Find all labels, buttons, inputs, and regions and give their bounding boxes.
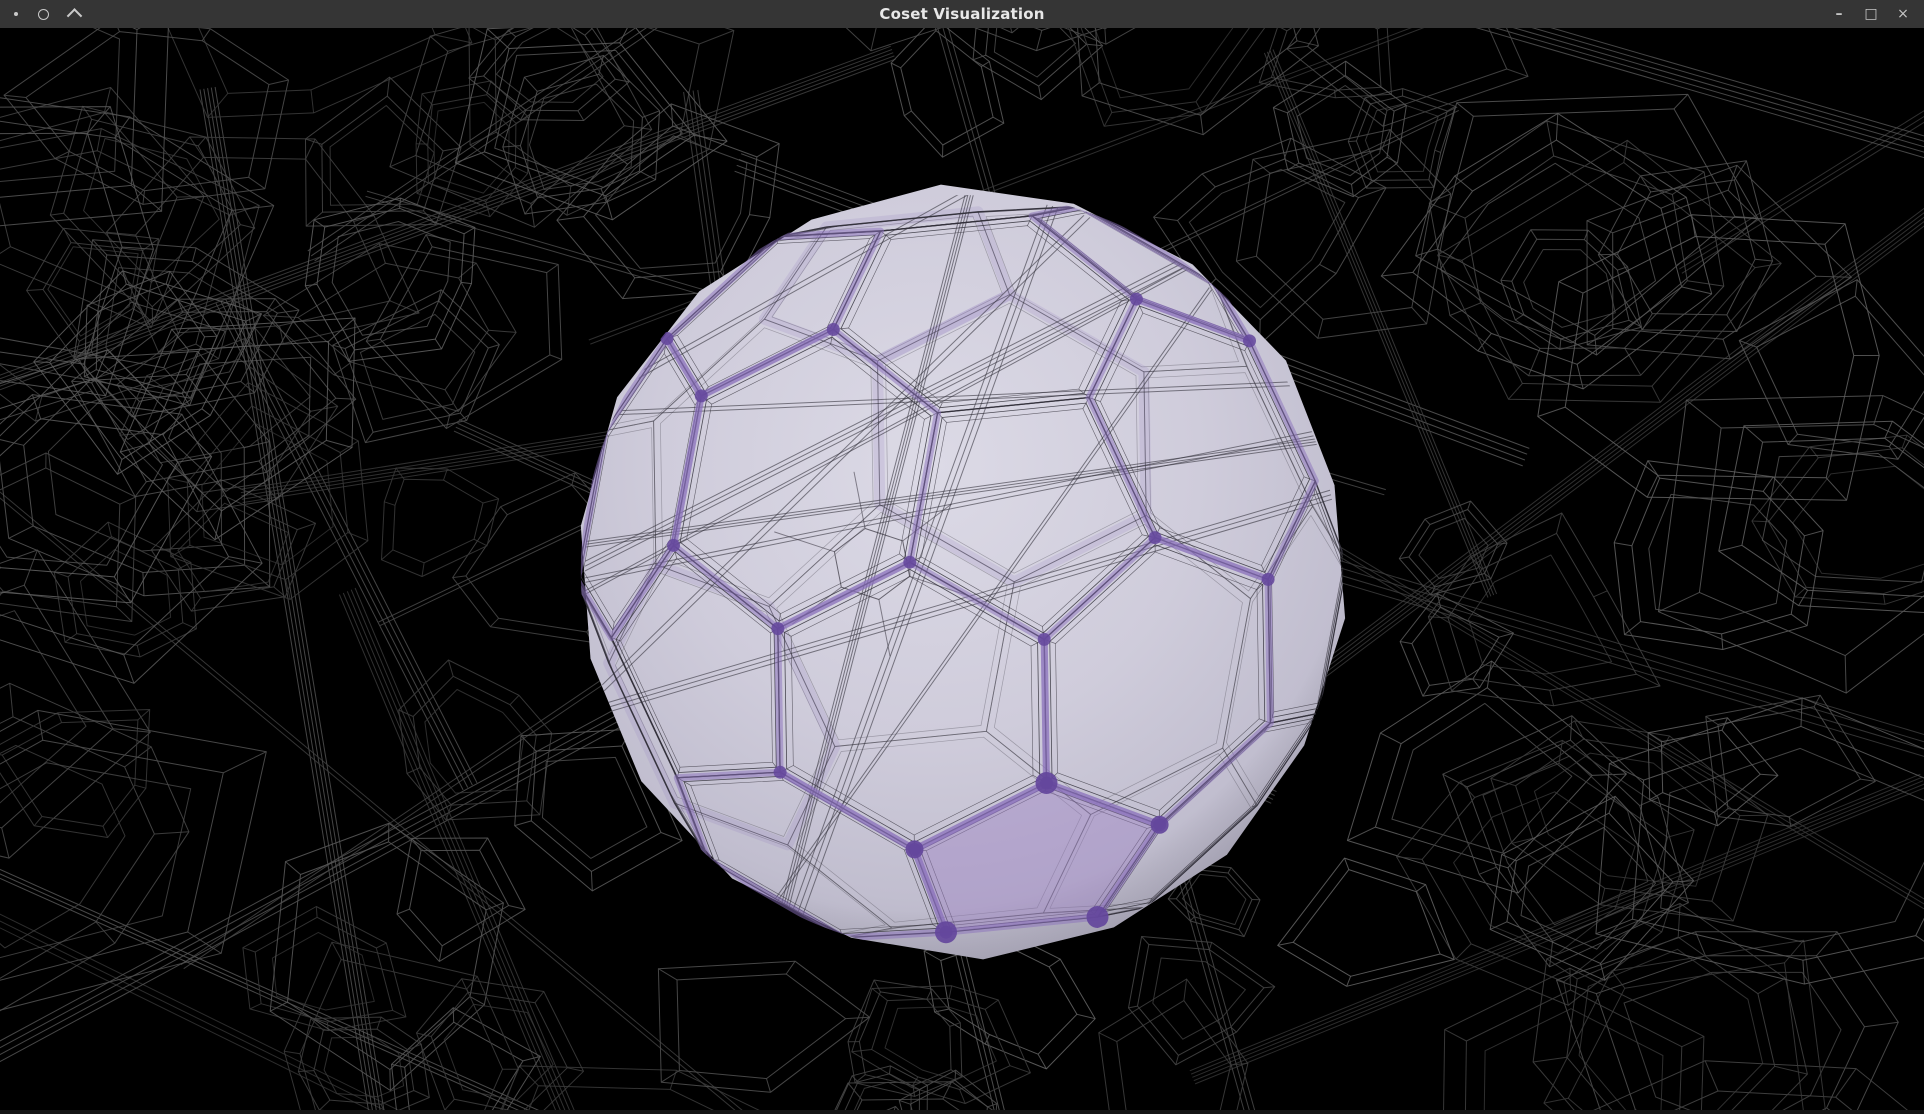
window-title: Coset Visualization <box>0 0 1924 28</box>
viewport-3d[interactable] <box>0 28 1924 1114</box>
window-dot-icon <box>14 12 18 16</box>
maximize-button[interactable]: □ <box>1858 1 1884 27</box>
minimize-button[interactable]: – <box>1826 1 1852 27</box>
window-circle-button[interactable] <box>38 9 49 20</box>
window-circle-icon <box>38 9 49 20</box>
titlebar-left-icons <box>0 9 80 20</box>
close-button[interactable]: × <box>1890 1 1916 27</box>
titlebar: Coset Visualization – □ × <box>0 0 1924 28</box>
window-controls: – □ × <box>1826 1 1924 27</box>
caret-up-icon <box>67 8 83 24</box>
coset-scene-canvas[interactable] <box>0 28 1924 1114</box>
window-shade-button[interactable] <box>69 9 80 20</box>
